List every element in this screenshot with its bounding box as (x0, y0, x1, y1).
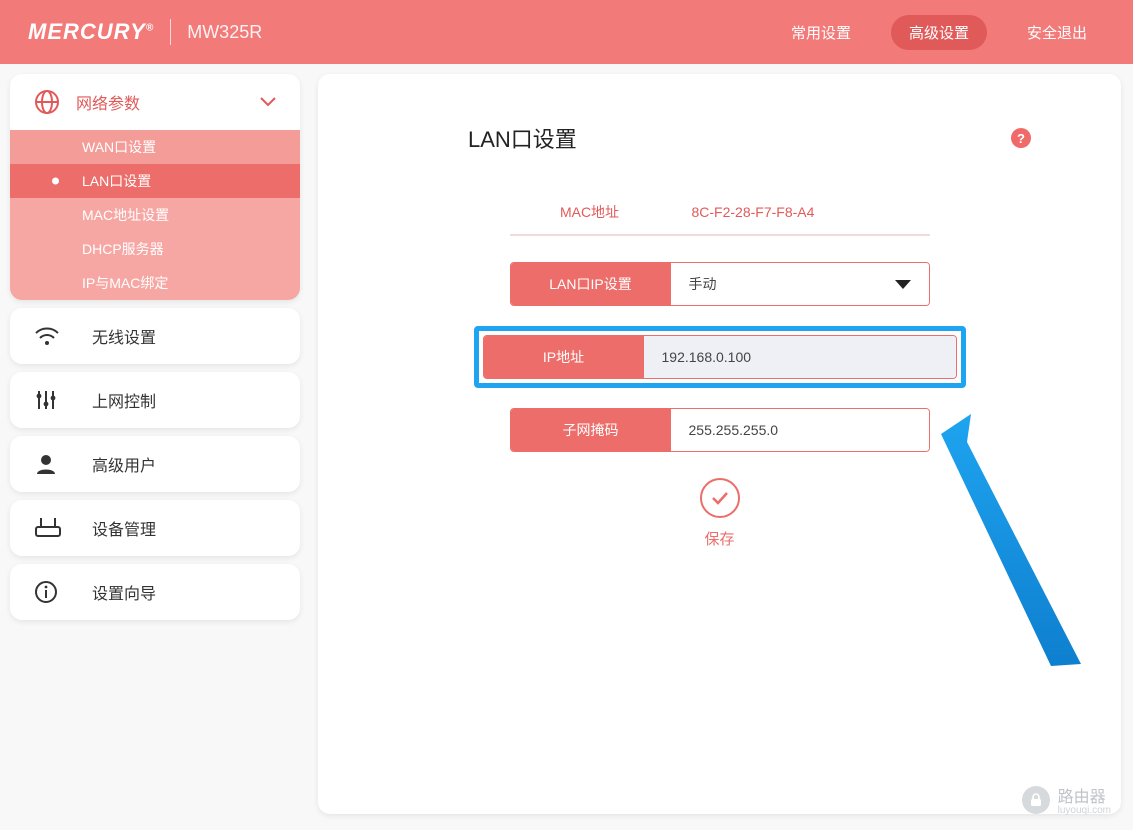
sidebar-item-wireless[interactable]: 无线设置 (10, 308, 300, 364)
chevron-down-icon (260, 97, 276, 107)
watermark: 路由器 luyouqi.com (1022, 783, 1111, 816)
dropdown-caret-icon (895, 280, 911, 289)
ip-address-label: IP地址 (484, 336, 644, 378)
sidebar-item-wizard[interactable]: 设置向导 (10, 564, 300, 620)
annotation-arrow-icon (931, 394, 1091, 674)
logo-separator (170, 19, 171, 45)
watermark-text: 路由器 (1058, 789, 1106, 806)
lan-ip-setting-select[interactable]: 手动 (671, 263, 929, 305)
sidebar: 网络参数 WAN口设置 LAN口设置 MAC地址设置 DHCP服务器 IP与MA… (10, 74, 300, 814)
model-label: MW325R (187, 22, 262, 43)
sidebar-wizard-label: 设置向导 (92, 580, 156, 604)
ip-address-input[interactable] (662, 349, 938, 365)
sidebar-network-label: 网络参数 (76, 90, 140, 114)
sidebar-network-submenu: WAN口设置 LAN口设置 MAC地址设置 DHCP服务器 IP与MAC绑定 (10, 130, 300, 300)
sidebar-item-access-control[interactable]: 上网控制 (10, 372, 300, 428)
sidebar-item-ipmac[interactable]: IP与MAC绑定 (10, 266, 300, 300)
ip-highlight-annotation: IP地址 (474, 326, 966, 388)
check-icon (700, 478, 740, 518)
sidebar-item-lan[interactable]: LAN口设置 (10, 164, 300, 198)
sidebar-item-wan[interactable]: WAN口设置 (10, 130, 300, 164)
lock-icon (1022, 786, 1050, 814)
save-button[interactable]: 保存 (510, 478, 930, 549)
sidebar-network-panel: 网络参数 WAN口设置 LAN口设置 MAC地址设置 DHCP服务器 IP与MA… (10, 74, 300, 300)
lan-ip-setting-label: LAN口IP设置 (511, 263, 671, 305)
mac-label: MAC地址 (510, 202, 670, 222)
nav-advanced-settings[interactable]: 高级设置 (891, 15, 987, 50)
sliders-icon (34, 388, 92, 412)
mac-row: MAC地址 8C-F2-28-F7-F8-A4 (510, 190, 930, 236)
subnet-mask-input[interactable] (689, 422, 911, 438)
sidebar-network-header[interactable]: 网络参数 (10, 74, 300, 130)
sidebar-item-device-mgmt[interactable]: 设备管理 (10, 500, 300, 556)
nav-logout[interactable]: 安全退出 (1009, 15, 1105, 50)
logo-block: MERCURY® MW325R (28, 19, 262, 45)
sidebar-device-label: 设备管理 (92, 516, 156, 540)
content-panel: LAN口设置 ? MAC地址 8C-F2-28-F7-F8-A4 LAN口IP设… (318, 74, 1121, 814)
nav-common-settings[interactable]: 常用设置 (773, 15, 869, 50)
save-label: 保存 (704, 528, 734, 549)
globe-icon (34, 89, 76, 115)
lan-form: MAC地址 8C-F2-28-F7-F8-A4 LAN口IP设置 手动 IP地址 (510, 190, 930, 549)
subnet-mask-field: 子网掩码 (510, 408, 930, 452)
brand-logo: MERCURY® (28, 19, 154, 45)
user-icon (34, 452, 92, 476)
mac-value: 8C-F2-28-F7-F8-A4 (670, 204, 930, 220)
lan-ip-setting-value: 手动 (689, 274, 717, 294)
sidebar-wireless-label: 无线设置 (92, 324, 156, 348)
top-nav: 常用设置 高级设置 安全退出 (773, 15, 1105, 50)
top-bar: MERCURY® MW325R 常用设置 高级设置 安全退出 (0, 0, 1133, 64)
wifi-icon (34, 325, 92, 347)
router-icon (34, 517, 92, 539)
sidebar-access-label: 上网控制 (92, 388, 156, 412)
subnet-mask-label: 子网掩码 (511, 409, 671, 451)
sidebar-item-mac[interactable]: MAC地址设置 (10, 198, 300, 232)
info-icon (34, 580, 92, 604)
help-icon[interactable]: ? (1011, 128, 1031, 148)
lan-ip-setting-field: LAN口IP设置 手动 (510, 262, 930, 306)
ip-address-field: IP地址 (483, 335, 957, 379)
page-title: LAN口设置 (468, 122, 577, 154)
sidebar-item-advanced-user[interactable]: 高级用户 (10, 436, 300, 492)
sidebar-advuser-label: 高级用户 (92, 452, 156, 476)
sidebar-item-dhcp[interactable]: DHCP服务器 (10, 232, 300, 266)
watermark-sub: luyouqi.com (1058, 805, 1111, 816)
